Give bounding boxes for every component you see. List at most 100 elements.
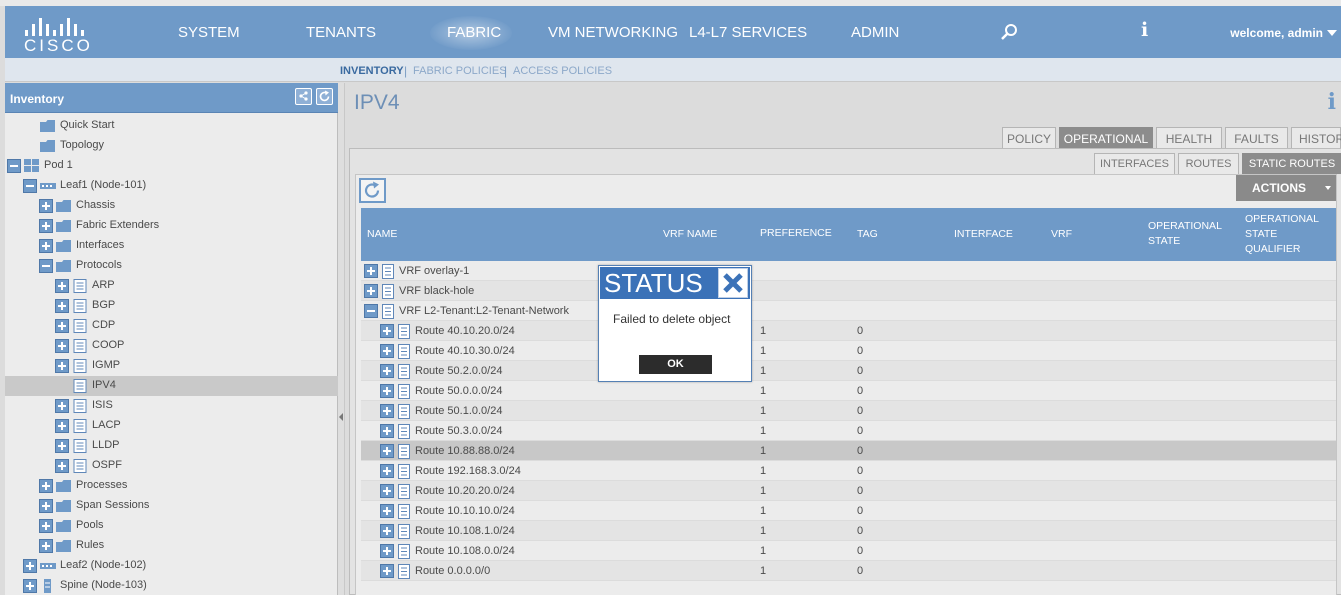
info-icon[interactable]: i <box>1328 89 1336 115</box>
expand-icon[interactable] <box>380 424 394 438</box>
table-row[interactable]: VRF black-hole <box>361 281 1336 301</box>
col-operational-state-qualifier[interactable]: OPERATIONAL STATE QUALIFIER <box>1245 212 1325 257</box>
expand-icon[interactable] <box>39 499 53 513</box>
tree-item-chassis[interactable]: Chassis <box>5 196 338 216</box>
tree-item-protocols[interactable]: Protocols <box>5 256 338 276</box>
table-row[interactable]: Route 40.10.30.0/24 1 0 <box>361 341 1336 361</box>
expand-icon[interactable] <box>380 444 394 458</box>
tree-item-lldp[interactable]: LLDP <box>5 436 338 456</box>
tree-item-lacp[interactable]: LACP <box>5 416 338 436</box>
nav-admin[interactable]: ADMIN <box>851 6 899 58</box>
table-row[interactable]: Route 10.108.1.0/24 1 0 <box>361 521 1336 541</box>
expand-icon[interactable] <box>380 344 394 358</box>
tree-item-leaf1-node-101[interactable]: Leaf1 (Node-101) <box>5 176 338 196</box>
expand-icon[interactable] <box>55 419 69 433</box>
user-menu[interactable]: welcome, admin <box>1230 6 1323 60</box>
actions-dropdown[interactable]: ACTIONS <box>1236 175 1336 201</box>
search-icon[interactable] <box>1000 23 1018 41</box>
table-row[interactable]: VRF overlay-1 <box>361 261 1336 281</box>
expand-icon[interactable] <box>55 359 69 373</box>
refresh-icon[interactable] <box>316 88 333 105</box>
expand-icon[interactable] <box>55 279 69 293</box>
table-row[interactable]: Route 50.3.0.0/24 1 0 <box>361 421 1336 441</box>
expand-icon[interactable] <box>380 324 394 338</box>
expand-icon[interactable] <box>380 404 394 418</box>
collapse-icon[interactable] <box>364 304 378 318</box>
subnav-access-policies[interactable]: ACCESS POLICIES <box>513 65 612 77</box>
tree-item-igmp[interactable]: IGMP <box>5 356 338 376</box>
table-row[interactable]: VRF L2-Tenant:L2-Tenant-Network <box>361 301 1336 321</box>
tab-operational[interactable]: OPERATIONAL <box>1059 127 1153 149</box>
col-vrf-name[interactable]: VRF NAME <box>663 227 717 242</box>
subtab-static-routes[interactable]: STATIC ROUTES <box>1242 153 1341 174</box>
info-icon[interactable]: i <box>1141 19 1148 41</box>
expand-icon[interactable] <box>23 559 37 573</box>
expand-icon[interactable] <box>380 364 394 378</box>
col-preference[interactable]: PREFERENCE <box>760 226 832 241</box>
tab-faults[interactable]: FAULTS <box>1225 127 1288 149</box>
chevron-down-icon[interactable] <box>1327 30 1337 36</box>
expand-icon[interactable] <box>380 464 394 478</box>
col-operational-state[interactable]: OPERATIONAL STATE <box>1148 219 1233 249</box>
tree-item-quick-start[interactable]: Quick Start <box>5 116 338 136</box>
table-row[interactable]: Route 50.0.0.0/24 1 0 <box>361 381 1336 401</box>
tab-history[interactable]: HISTORY <box>1291 127 1341 149</box>
expand-icon[interactable] <box>380 564 394 578</box>
subnav-fabric-policies[interactable]: FABRIC POLICIES <box>413 65 507 77</box>
tree-item-span-sessions[interactable]: Span Sessions <box>5 496 338 516</box>
expand-icon[interactable] <box>39 199 53 213</box>
expand-icon[interactable] <box>55 459 69 473</box>
table-row[interactable]: Route 10.10.10.0/24 1 0 <box>361 501 1336 521</box>
table-row[interactable]: Route 50.2.0.0/24 1 0 <box>361 361 1336 381</box>
collapse-arrow-icon[interactable] <box>339 413 343 421</box>
nav-l4-l7-services[interactable]: L4-L7 SERVICES <box>689 6 807 58</box>
expand-icon[interactable] <box>364 264 378 278</box>
close-button[interactable] <box>718 268 748 298</box>
cisco-logo[interactable]: CISCO <box>18 16 90 55</box>
tree-item-processes[interactable]: Processes <box>5 476 338 496</box>
expand-icon[interactable] <box>380 384 394 398</box>
panel-splitter[interactable] <box>338 83 345 595</box>
expand-icon[interactable] <box>380 504 394 518</box>
tree-item-coop[interactable]: COOP <box>5 336 338 356</box>
collapse-icon[interactable] <box>23 179 37 193</box>
expand-icon[interactable] <box>55 439 69 453</box>
collapse-icon[interactable] <box>39 259 53 273</box>
expand-icon[interactable] <box>39 239 53 253</box>
expand-icon[interactable] <box>39 219 53 233</box>
tree-item-cdp[interactable]: CDP <box>5 316 338 336</box>
expand-icon[interactable] <box>364 284 378 298</box>
nav-vm-networking[interactable]: VM NETWORKING <box>548 6 678 58</box>
expand-icon[interactable] <box>39 519 53 533</box>
expand-icon[interactable] <box>55 319 69 333</box>
tree-item-interfaces[interactable]: Interfaces <box>5 236 338 256</box>
expand-icon[interactable] <box>380 484 394 498</box>
tree-item-arp[interactable]: ARP <box>5 276 338 296</box>
expand-icon[interactable] <box>380 524 394 538</box>
tab-policy[interactable]: POLICY <box>1002 127 1056 149</box>
tree-item-fabric-extenders[interactable]: Fabric Extenders <box>5 216 338 236</box>
table-row[interactable]: Route 10.108.0.0/24 1 0 <box>361 541 1336 561</box>
tree-item-ipv4[interactable]: IPV4 <box>5 376 338 396</box>
col-tag[interactable]: TAG <box>857 227 878 242</box>
col-vrf[interactable]: VRF <box>1051 227 1072 242</box>
nav-system[interactable]: SYSTEM <box>178 6 240 58</box>
tree-item-pod-1[interactable]: Pod 1 <box>5 156 338 176</box>
expand-icon[interactable] <box>23 579 37 593</box>
expand-icon[interactable] <box>55 299 69 313</box>
tree-item-spine-node-103[interactable]: Spine (Node-103) <box>5 576 338 595</box>
table-row[interactable]: Route 192.168.3.0/24 1 0 <box>361 461 1336 481</box>
expand-icon[interactable] <box>380 544 394 558</box>
col-interface[interactable]: INTERFACE <box>954 227 1013 242</box>
refresh-button[interactable] <box>359 178 386 203</box>
tree-item-isis[interactable]: ISIS <box>5 396 338 416</box>
tree-item-pools[interactable]: Pools <box>5 516 338 536</box>
subnav-inventory[interactable]: INVENTORY <box>340 65 404 77</box>
tree-item-leaf2-node-102[interactable]: Leaf2 (Node-102) <box>5 556 338 576</box>
tree-item-bgp[interactable]: BGP <box>5 296 338 316</box>
table-row[interactable]: Route 0.0.0.0/0 1 0 <box>361 561 1336 581</box>
collapse-icon[interactable] <box>7 159 21 173</box>
tree-item-topology[interactable]: Topology <box>5 136 338 156</box>
col-name[interactable]: NAME <box>367 227 397 242</box>
expand-icon[interactable] <box>39 479 53 493</box>
